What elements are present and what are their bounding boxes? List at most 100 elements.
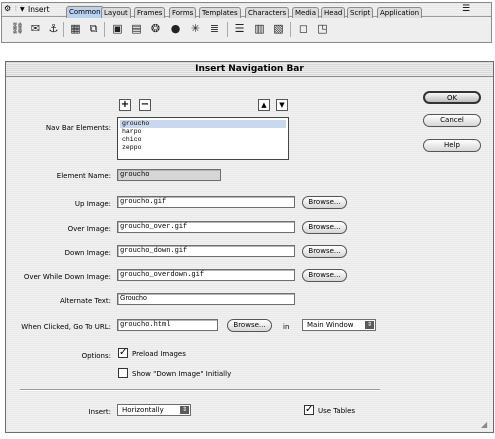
- tab-label: Head: [324, 9, 343, 17]
- toolbar-separator: [104, 22, 105, 37]
- target-window-select[interactable]: Main Window ⇕: [302, 319, 376, 331]
- insert-common-icon-row: ⛓ ✉ ⚓ ▦ ⧉ ▣ ▤ ❂ ● ✳ ≣ ☰ ▥ ▧ ◻ ◳: [2, 18, 491, 42]
- tab-characters[interactable]: Characters: [245, 7, 290, 18]
- over-while-down-image-label: Over While Down Image:: [23, 273, 111, 281]
- insert-panel-tabbar: ⚙ ⋮⋮ ▼ Insert Common Layout Frames Forms…: [2, 3, 491, 18]
- up-image-label: Up Image:: [74, 200, 111, 208]
- down-image-browse-button[interactable]: Browse...: [302, 245, 347, 258]
- insert-panel: ⚙ ⋮⋮ ▼ Insert Common Layout Frames Forms…: [1, 2, 492, 43]
- list-item[interactable]: zeppo: [120, 144, 286, 152]
- toolbar-separator: [63, 22, 64, 37]
- checkmark-icon: ✓: [305, 404, 314, 415]
- alternate-text-field[interactable]: Groucho: [117, 293, 295, 305]
- nav-bar-elements-list[interactable]: groucho harpo chico zeppo: [117, 117, 289, 160]
- down-image-label: Down Image:: [64, 249, 111, 257]
- table-icon[interactable]: ▦: [68, 22, 83, 36]
- date-icon[interactable]: ▥: [252, 22, 267, 36]
- tab-application[interactable]: Application: [377, 7, 423, 18]
- up-image-browse-button[interactable]: Browse...: [302, 196, 347, 209]
- alternate-text-label: Alternate Text:: [59, 297, 111, 305]
- tab-label: Forms: [172, 9, 194, 17]
- insert-navigation-bar-dialog: Insert Navigation Bar OK Cancel Help + −…: [5, 61, 494, 433]
- in-label: in: [283, 323, 290, 331]
- add-element-button[interactable]: +: [119, 99, 131, 111]
- tag-chooser-icon[interactable]: ◳: [315, 22, 330, 36]
- tab-layout[interactable]: Layout: [101, 7, 131, 18]
- help-button[interactable]: Help: [423, 139, 481, 152]
- rollover-image-icon[interactable]: ✳: [188, 22, 203, 36]
- use-tables-checkbox[interactable]: ✓: [304, 405, 314, 415]
- tab-forms[interactable]: Forms: [169, 7, 197, 18]
- tab-label: Script: [350, 9, 371, 17]
- fireworks-html-icon[interactable]: ❂: [148, 22, 163, 36]
- when-clicked-url-label: When Clicked, Go To URL:: [21, 323, 111, 331]
- over-image-label: Over Image:: [67, 225, 111, 233]
- tab-frames[interactable]: Frames: [134, 7, 166, 18]
- tab-label: Common: [69, 8, 101, 16]
- tab-common[interactable]: Common: [66, 6, 104, 18]
- layer-icon[interactable]: ⧉: [86, 22, 101, 36]
- tab-label: Templates: [202, 9, 238, 17]
- select-arrows-icon: ⇕: [180, 406, 189, 414]
- navigation-bar-icon[interactable]: ≣: [207, 22, 222, 36]
- tab-label: Media: [295, 9, 317, 17]
- comment-icon[interactable]: ◻: [296, 22, 311, 36]
- target-window-value: Main Window: [307, 321, 354, 329]
- tab-script[interactable]: Script: [347, 7, 374, 18]
- options-label: Options:: [81, 352, 111, 360]
- use-tables-label: Use Tables: [318, 407, 356, 415]
- list-item[interactable]: chico: [120, 136, 286, 144]
- horizontal-rule-icon[interactable]: ☰: [232, 22, 247, 36]
- up-image-field[interactable]: groucho.gif: [117, 196, 295, 208]
- flash-icon[interactable]: ●: [168, 22, 183, 36]
- over-while-down-image-field[interactable]: groucho_overdown.gif: [117, 269, 295, 281]
- panel-menu-icon[interactable]: ☰: [462, 4, 470, 14]
- over-while-down-browse-button[interactable]: Browse...: [302, 269, 347, 282]
- move-up-button[interactable]: ▲: [258, 99, 270, 111]
- when-clicked-url-field[interactable]: groucho.html: [117, 319, 218, 331]
- show-down-image-label: Show "Down Image" Initially: [132, 370, 232, 378]
- list-item[interactable]: groucho: [120, 120, 286, 128]
- insert-label: Insert:: [88, 408, 111, 416]
- cancel-button[interactable]: Cancel: [423, 114, 481, 127]
- down-arrow-icon: ▼: [279, 101, 285, 109]
- toolbar-separator: [290, 22, 291, 37]
- show-down-image-checkbox[interactable]: [118, 368, 128, 378]
- insert-orientation-select[interactable]: Horizontally ⇕: [117, 404, 191, 416]
- tab-label: Frames: [137, 9, 163, 17]
- tab-label: Layout: [104, 9, 128, 17]
- tab-label: Application: [380, 9, 420, 17]
- select-arrows-icon: ⇕: [365, 321, 374, 329]
- image-icon[interactable]: ▣: [110, 22, 125, 36]
- tab-label: Characters: [248, 9, 287, 17]
- tab-templates[interactable]: Templates: [199, 7, 241, 18]
- element-name-label: Element Name:: [56, 172, 111, 180]
- tab-head[interactable]: Head: [321, 7, 346, 18]
- collapse-triangle-icon[interactable]: ▼: [20, 6, 25, 13]
- named-anchor-icon[interactable]: ⚓: [46, 22, 61, 36]
- panel-options-icon[interactable]: ⚙: [4, 4, 11, 13]
- element-name-field[interactable]: groucho: [117, 169, 221, 181]
- preload-images-checkbox[interactable]: ✓: [118, 348, 128, 358]
- tabular-data-icon[interactable]: ▧: [271, 22, 286, 36]
- up-arrow-icon: ▲: [261, 101, 267, 109]
- dialog-titlebar: Insert Navigation Bar: [6, 62, 493, 77]
- move-down-button[interactable]: ▼: [276, 99, 288, 111]
- down-image-field[interactable]: groucho_down.gif: [117, 245, 295, 257]
- over-image-field[interactable]: groucho_over.gif: [117, 221, 295, 233]
- remove-element-button[interactable]: −: [139, 99, 151, 111]
- checkmark-icon: ✓: [119, 347, 128, 358]
- url-browse-button[interactable]: Browse...: [227, 319, 272, 332]
- tab-media[interactable]: Media: [292, 7, 320, 18]
- email-link-icon[interactable]: ✉: [28, 22, 43, 36]
- panel-title: Insert: [28, 5, 50, 14]
- ok-button[interactable]: OK: [423, 91, 481, 104]
- hyperlink-icon[interactable]: ⛓: [10, 22, 25, 36]
- dialog-divider: [20, 389, 380, 391]
- resize-grip-icon[interactable]: ◢: [481, 420, 487, 429]
- list-item[interactable]: harpo: [120, 128, 286, 136]
- image-placeholder-icon[interactable]: ▤: [129, 22, 144, 36]
- over-image-browse-button[interactable]: Browse...: [302, 221, 347, 234]
- dialog-title: Insert Navigation Bar: [195, 64, 304, 74]
- preload-images-label: Preload Images: [132, 350, 186, 358]
